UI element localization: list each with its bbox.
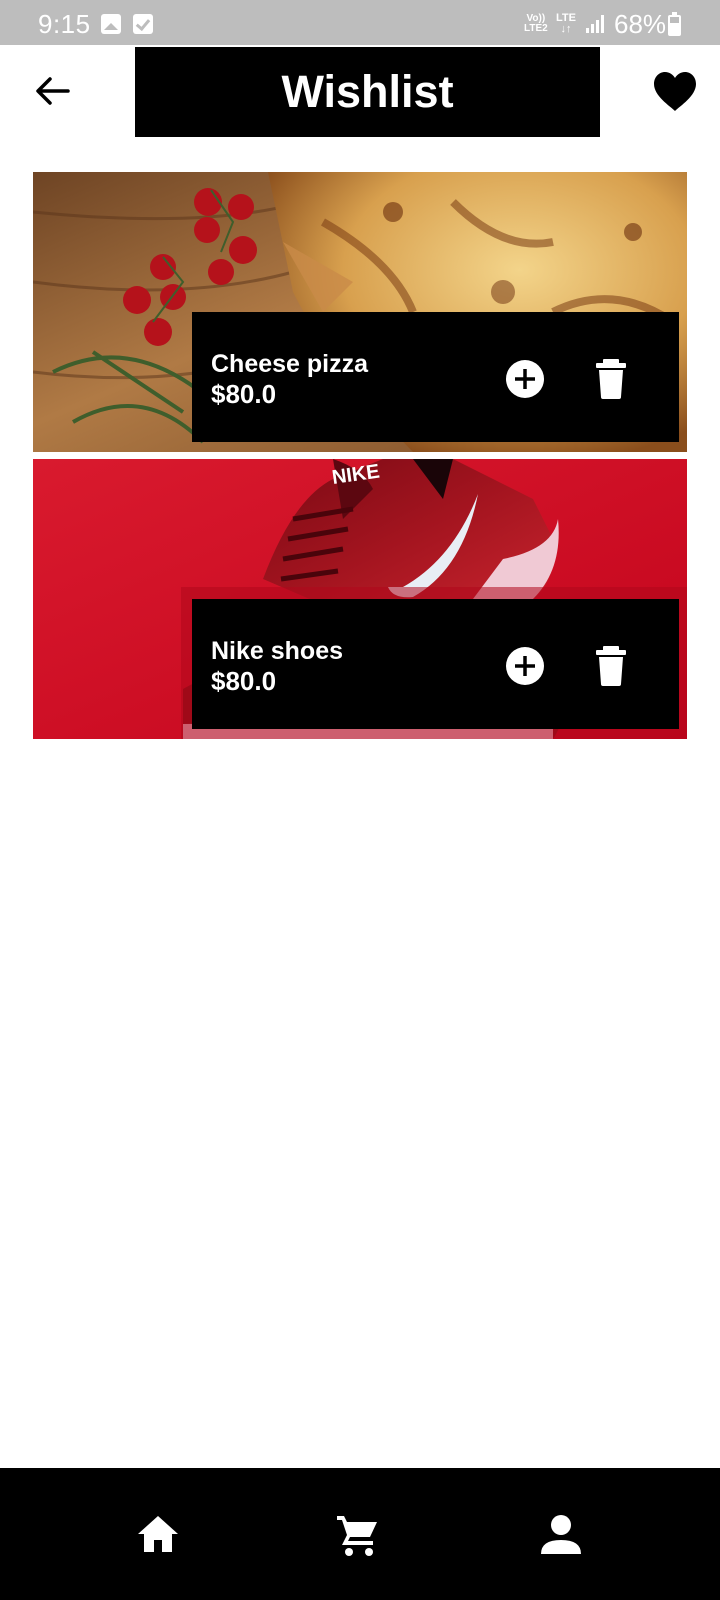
wishlist-item[interactable]: NIKE Nike shoes $80.0 (33, 459, 687, 739)
trash-icon (596, 646, 626, 686)
item-name: Cheese pizza (211, 350, 369, 378)
item-name: Nike shoes (211, 637, 344, 665)
page-title-bar: Wishlist (135, 47, 600, 137)
lte-arrows: ↓↑ (560, 23, 572, 35)
nav-home-button[interactable] (135, 1512, 181, 1558)
home-icon (138, 1516, 178, 1552)
item-price: $80.0 (211, 379, 277, 409)
add-to-cart-button[interactable] (505, 646, 545, 686)
add-to-cart-button[interactable] (505, 359, 545, 399)
status-time: 9:15 (38, 9, 91, 39)
add-circle-icon (506, 360, 544, 398)
page-title: Wishlist (281, 66, 454, 117)
person-icon (541, 1515, 581, 1554)
nav-cart-button[interactable] (335, 1512, 381, 1558)
wishlist-item-panel: Nike shoes $80.0 (192, 599, 679, 729)
delete-button[interactable] (594, 359, 628, 399)
bottom-navigation (0, 1468, 720, 1600)
battery-icon (668, 12, 681, 36)
check-notification-icon (133, 14, 153, 34)
trash-icon (596, 359, 626, 399)
wishlist-item-panel: Cheese pizza $80.0 (192, 312, 679, 442)
gallery-notification-icon (101, 14, 121, 34)
status-bar: 9:15 Vo)) LTE2 LTE ↓↑ 68% (0, 0, 720, 45)
back-button[interactable] (30, 70, 74, 114)
item-price: $80.0 (211, 666, 277, 696)
signal-strength-icon (586, 15, 606, 33)
delete-button[interactable] (594, 646, 628, 686)
add-circle-icon (506, 647, 544, 685)
volte-sim-label: LTE2 (524, 23, 548, 34)
favorites-button[interactable] (652, 71, 698, 113)
nav-profile-button[interactable] (538, 1512, 584, 1558)
cart-icon (337, 1516, 377, 1556)
heart-icon (654, 72, 696, 111)
volte-indicator: Vo)) LTE2 (524, 14, 548, 34)
arrow-left-icon (36, 77, 70, 105)
battery-percent: 68% (614, 9, 667, 39)
wishlist-item[interactable]: Cheese pizza $80.0 (33, 172, 687, 452)
lte-indicator: LTE ↓↑ (556, 13, 576, 35)
